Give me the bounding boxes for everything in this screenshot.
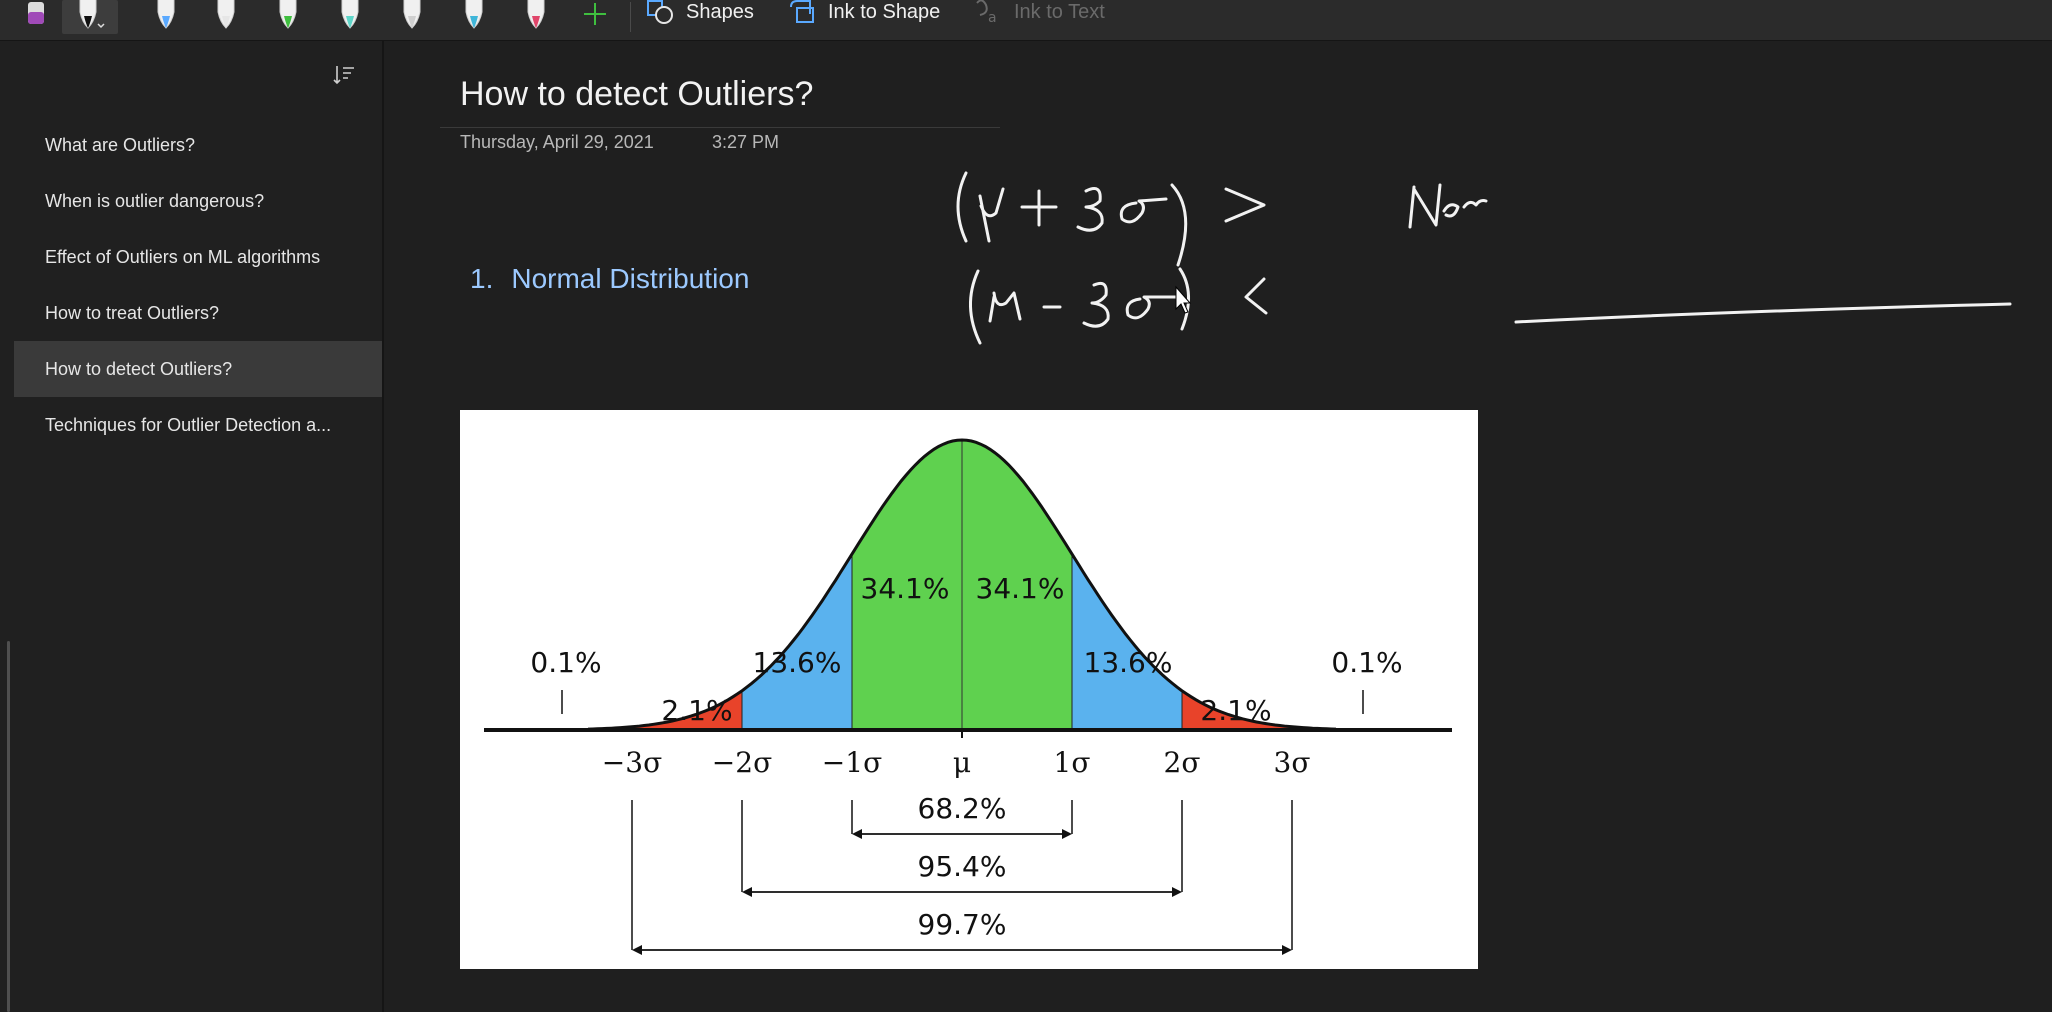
pen-purple-button[interactable]	[18, 0, 54, 34]
ink-stroke-scribble	[1408, 183, 1488, 229]
page-list-item[interactable]: How to treat Outliers?	[14, 285, 382, 341]
span-arrowhead-left	[852, 829, 862, 839]
ink-to-shape-icon	[790, 0, 814, 23]
x-tick-label: −1σ	[822, 746, 882, 779]
pen-cyan-icon	[465, 0, 483, 29]
pen-blue-button[interactable]	[148, 0, 184, 34]
page-list: What are Outliers? When is outlier danger…	[14, 117, 382, 453]
normal-distribution-chart: 0.1% 2.1% 13.6% 34.1% 34.1% 13.6% 2.1% 0.1% −3σ −…	[484, 438, 1452, 955]
ink-stroke-mu-1	[978, 187, 1005, 243]
x-tick-label: 2σ	[1164, 746, 1201, 779]
ink-stroke-plus-1	[1020, 189, 1058, 227]
pen-teal-icon	[341, 0, 359, 29]
ink-stroke-mu-2	[988, 291, 1022, 323]
ink-stroke-sigma-1	[1119, 197, 1168, 224]
highlighter-green-button[interactable]	[270, 0, 306, 34]
x-tick-label: 1σ	[1054, 746, 1091, 779]
x-tick-label: 3σ	[1274, 746, 1311, 779]
pen-blue-icon	[157, 0, 175, 29]
pen-black-button[interactable]	[62, 0, 118, 34]
span-arrowhead-left	[742, 887, 752, 897]
span-arrowhead-right	[1282, 945, 1292, 955]
svg-text:a: a	[988, 10, 997, 25]
region-percent-label: 2.1%	[1200, 694, 1271, 727]
sort-icon	[333, 66, 354, 85]
ink-to-text-button[interactable]: a Ink to Text	[974, 0, 1105, 25]
pen-white-icon	[217, 0, 235, 29]
ink-stroke-less-2	[1244, 277, 1268, 315]
span-arrowhead-left	[632, 945, 642, 955]
pen-red-icon	[527, 0, 545, 29]
span-arrowhead-right	[1172, 887, 1182, 897]
note-canvas[interactable]: How to detect Outliers? Thursday, April …	[384, 41, 2052, 1012]
region-percent-label: 0.1%	[530, 646, 601, 679]
normal-distribution-image[interactable]: 0.1% 2.1% 13.6% 34.1% 34.1% 13.6% 2.1% 0.1% −3σ −…	[460, 410, 1478, 969]
page-list-item[interactable]: How to detect Outliers?	[14, 341, 382, 397]
page-list-item[interactable]: What are Outliers?	[14, 117, 382, 173]
page-list-item[interactable]: Techniques for Outlier Detection a...	[14, 397, 382, 453]
add-pen-button[interactable]	[580, 0, 610, 34]
ink-to-shape-button[interactable]: Ink to Shape	[788, 0, 940, 24]
ink-stroke-greater-1	[1224, 187, 1266, 223]
shapes-icon	[647, 0, 673, 24]
ink-to-shape-label: Ink to Shape	[828, 0, 941, 23]
x-tick-label: −3σ	[602, 746, 662, 779]
x-tick-label: μ	[953, 746, 971, 779]
region-percent-label: 0.1%	[1331, 646, 1402, 679]
ink-stroke-3-1	[1076, 187, 1104, 232]
pen-red-button[interactable]	[518, 0, 554, 34]
span-percent-label: 95.4%	[918, 850, 1007, 883]
ink-stroke-close-paren-1	[1170, 183, 1188, 267]
ink-to-text-label: Ink to Text	[1014, 0, 1105, 23]
pen-teal-button[interactable]	[332, 0, 368, 34]
ink-stroke-long-line	[1514, 302, 2012, 324]
page-list-pane: What are Outliers? When is outlier danger…	[0, 41, 384, 1012]
pen-purple-icon	[28, 2, 44, 24]
plus-icon	[584, 3, 606, 25]
span-arrowhead-right	[1062, 829, 1072, 839]
shapes-label: Shapes	[686, 0, 754, 23]
ink-stroke-open-paren-2	[968, 269, 982, 345]
region-percent-label: 13.6%	[1084, 646, 1173, 679]
span-percent-label: 68.2%	[918, 792, 1007, 825]
ink-toolbar: Shapes Ink to Shape a Ink to Text	[0, 0, 2052, 41]
region-percent-label: 13.6%	[753, 646, 842, 679]
x-tick-label: −2σ	[712, 746, 772, 779]
pen-cyan-button[interactable]	[456, 0, 492, 34]
highlighter-green-icon	[279, 0, 297, 29]
sort-pages-button[interactable]	[332, 63, 356, 92]
region-percent-label: 34.1%	[861, 572, 950, 605]
pen-gray-button[interactable]	[394, 0, 430, 34]
sidebar-scrollbar[interactable]	[7, 641, 10, 1012]
page-list-item[interactable]: Effect of Outliers on ML algorithms	[14, 229, 382, 285]
region-percent-label: 34.1%	[976, 572, 1065, 605]
pen-gray-icon	[403, 0, 421, 29]
ink-stroke-open-paren-1	[956, 171, 968, 243]
pen-white-button[interactable]	[208, 0, 244, 34]
ink-to-text-icon: a	[976, 0, 997, 25]
pen-black-icon	[79, 0, 105, 29]
ink-stroke-3-2	[1082, 281, 1110, 328]
shapes-button[interactable]: Shapes	[646, 0, 754, 24]
span-percent-label: 99.7%	[918, 908, 1007, 941]
page-list-item[interactable]: When is outlier dangerous?	[14, 173, 382, 229]
ink-stroke-sigma-2	[1125, 295, 1178, 320]
toolbar-separator	[630, 2, 631, 32]
region-percent-label: 2.1%	[661, 694, 732, 727]
